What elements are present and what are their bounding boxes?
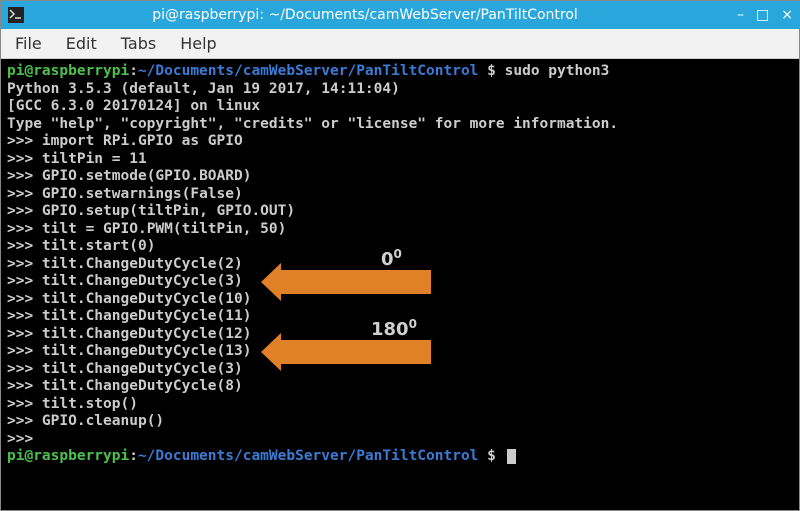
terminal-line: >>> tilt.start(0) bbox=[7, 238, 793, 256]
terminal-line: [GCC 6.3.0 20170124] on linux bbox=[7, 98, 793, 116]
terminal-line: pi@raspberrypi:~/Documents/camWebServer/… bbox=[7, 448, 793, 466]
titlebar: pi@raspberrypi: ~/Documents/camWebServer… bbox=[1, 1, 799, 29]
menu-help[interactable]: Help bbox=[170, 32, 226, 55]
terminal-line: >>> tilt.stop() bbox=[7, 396, 793, 414]
terminal-line: >>> tilt.ChangeDutyCycle(10) bbox=[7, 291, 793, 309]
terminal-line: >>> bbox=[7, 431, 793, 449]
terminal-line: >>> tiltPin = 11 bbox=[7, 151, 793, 169]
terminal-line: >>> tilt.ChangeDutyCycle(3) bbox=[7, 361, 793, 379]
terminal-line: >>> import RPi.GPIO as GPIO bbox=[7, 133, 793, 151]
menu-file[interactable]: File bbox=[5, 32, 52, 55]
minimize-button[interactable]: – bbox=[737, 7, 744, 23]
terminal-line: >>> tilt.ChangeDutyCycle(8) bbox=[7, 378, 793, 396]
terminal-line: >>> tilt.ChangeDutyCycle(11) bbox=[7, 308, 793, 326]
window-title: pi@raspberrypi: ~/Documents/camWebServer… bbox=[0, 7, 737, 23]
terminal-line: pi@raspberrypi:~/Documents/camWebServer/… bbox=[7, 63, 793, 81]
maximize-button[interactable]: □ bbox=[756, 7, 769, 23]
menu-edit[interactable]: Edit bbox=[56, 32, 107, 55]
terminal-line: >>> tilt.ChangeDutyCycle(13) bbox=[7, 343, 793, 361]
terminal-line: >>> tilt.ChangeDutyCycle(3) bbox=[7, 273, 793, 291]
terminal-line: >>> GPIO.setmode(GPIO.BOARD) bbox=[7, 168, 793, 186]
terminal-line: >>> tilt.ChangeDutyCycle(12) bbox=[7, 326, 793, 344]
terminal-line: Python 3.5.3 (default, Jan 19 2017, 14:1… bbox=[7, 81, 793, 99]
terminal-line: >>> tilt = GPIO.PWM(tiltPin, 50) bbox=[7, 221, 793, 239]
terminal-line: >>> GPIO.cleanup() bbox=[7, 413, 793, 431]
menu-tabs[interactable]: Tabs bbox=[111, 32, 166, 55]
terminal-line: >>> GPIO.setup(tiltPin, GPIO.OUT) bbox=[7, 203, 793, 221]
terminal-line: Type "help", "copyright", "credits" or "… bbox=[7, 116, 793, 134]
menubar: File Edit Tabs Help bbox=[1, 29, 799, 59]
close-button[interactable]: × bbox=[781, 7, 793, 23]
terminal-line: >>> tilt.ChangeDutyCycle(2) bbox=[7, 256, 793, 274]
terminal-area[interactable]: pi@raspberrypi:~/Documents/camWebServer/… bbox=[1, 59, 799, 510]
terminal-line: >>> GPIO.setwarnings(False) bbox=[7, 186, 793, 204]
